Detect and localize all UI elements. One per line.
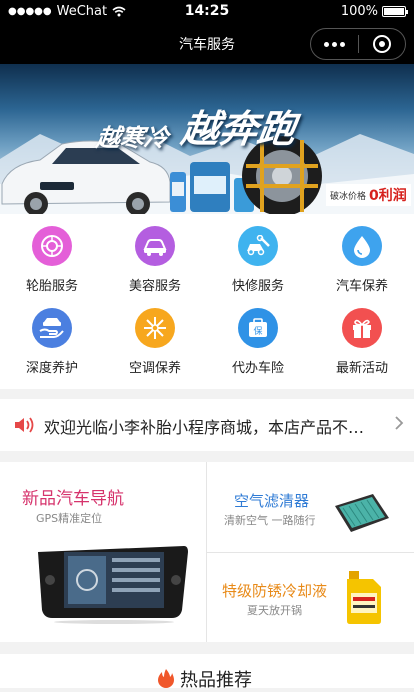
car-navigation-image [38, 546, 188, 624]
service-beauty[interactable]: 美容服务 [103, 226, 207, 294]
promo-grid: 新品汽车导航 GPS精准定位 空气滤清器 清新空气 一路随行 特级防锈冷却液 夏… [0, 462, 414, 642]
repair-icon [238, 226, 278, 266]
target-icon [372, 35, 391, 53]
hot-products-title: 热品推荐 [180, 670, 252, 691]
svg-text:保: 保 [253, 325, 262, 337]
service-quick-repair[interactable]: 快修服务 [206, 226, 310, 294]
snowflake-icon [135, 308, 175, 348]
coolant-bottle-image [347, 571, 381, 624]
battery-icon [382, 6, 408, 17]
service-maintenance[interactable]: 汽车保养 [310, 226, 414, 294]
promo-coolant-title: 特级防锈冷却液 [222, 582, 328, 600]
notice-bar[interactable]: 欢迎光临小李补胎小程序商城，本店产品不… [0, 399, 414, 451]
promo-navigation-title: 新品汽车导航 [22, 489, 124, 509]
hot-products-section: 热品推荐 [0, 654, 414, 691]
service-grid: 轮胎服务 美容服务 快修服务 汽车保养 深度养护 空调保养 保 代办车险 最新活… [0, 214, 414, 389]
more-button[interactable] [311, 29, 358, 59]
speaker-icon [15, 417, 34, 433]
banner-price-tag: 破冰价格 0利润 [326, 184, 411, 206]
gift-icon [342, 308, 382, 348]
car-beauty-icon [135, 226, 175, 266]
tire-icon [32, 226, 72, 266]
service-insurance[interactable]: 保 代办车险 [206, 308, 310, 376]
promo-air-filter-subtitle: 清新空气 一路随行 [224, 514, 316, 527]
service-events[interactable]: 最新活动 [310, 308, 414, 376]
chevron-right-icon [395, 416, 404, 430]
service-deep-care[interactable]: 深度养护 [0, 308, 104, 376]
promo-air-filter-title: 空气滤清器 [234, 492, 310, 510]
status-bar: ●●●●● WeChat 14:25 100% [0, 0, 414, 24]
service-ac[interactable]: 空调保养 [103, 308, 207, 376]
flame-icon [158, 669, 174, 688]
oil-drop-icon [342, 226, 382, 266]
more-dots-icon [323, 41, 345, 47]
hand-care-icon [32, 308, 72, 348]
close-miniprogram-button[interactable] [358, 29, 405, 59]
insurance-icon: 保 [238, 308, 278, 348]
service-tire[interactable]: 轮胎服务 [0, 226, 104, 294]
banner-slogan: 越寒冷 越奔跑 [94, 107, 299, 152]
battery-percent: 100% [340, 4, 378, 19]
nav-bar: 汽车服务 [0, 24, 414, 64]
notice-text: 欢迎光临小李补胎小程序商城，本店产品不… [44, 418, 365, 437]
air-filter-image [335, 494, 389, 532]
miniprogram-capsule [310, 28, 406, 60]
promo-navigation-subtitle: GPS精准定位 [36, 512, 103, 525]
promo-navigation[interactable]: 新品汽车导航 GPS精准定位 [0, 462, 206, 642]
promo-coolant-subtitle: 夏天放开锅 [247, 604, 302, 617]
